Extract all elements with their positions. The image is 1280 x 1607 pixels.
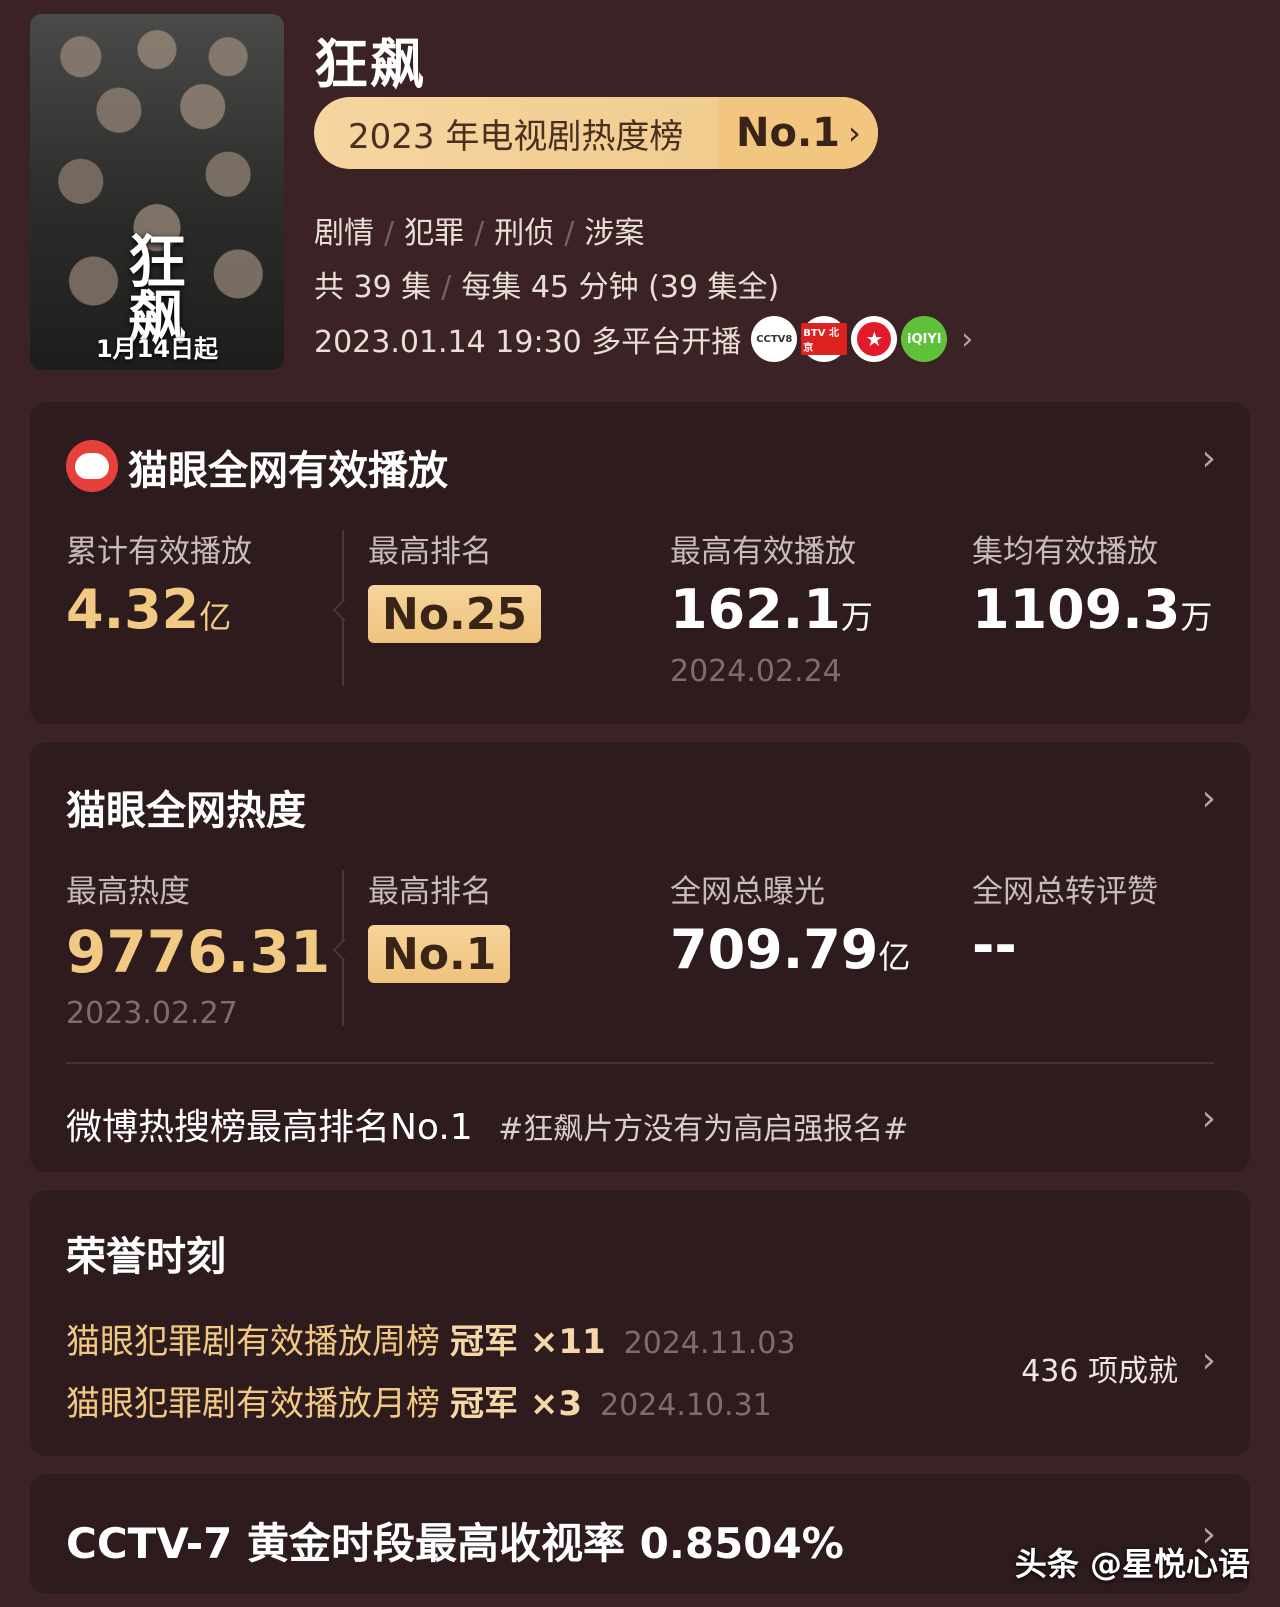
avg-play-label: 集均有效播放: [972, 534, 1158, 570]
chevron-right-icon: ›: [847, 114, 861, 152]
rank-pill[interactable]: 2023 年电视剧热度榜 No.1 ›: [314, 97, 878, 169]
chevron-right-icon: ›: [1201, 778, 1216, 819]
heat-rank-badge: No.1: [368, 925, 511, 983]
episode-duration: 每集 45 分钟 (39 集全): [461, 270, 780, 305]
heat-rank-label: 最高排名: [368, 874, 492, 910]
exposure-value: 709.79亿: [670, 918, 911, 981]
peak-rank-badge: No.25: [368, 585, 541, 643]
chevron-right-icon: ›: [1201, 1098, 1216, 1139]
btv-icon: BTV 北京: [801, 316, 848, 362]
episode-count: 共 39 集: [314, 270, 432, 305]
engage-label: 全网总转评赞: [972, 874, 1158, 910]
exposure-label: 全网总曝光: [670, 874, 825, 910]
episode-row: 共 39 集 / 每集 45 分钟 (39 集全): [314, 270, 780, 305]
honors-card[interactable]: 荣誉时刻 猫眼犯罪剧有效播放周榜 冠军 ×11 2024.11.03 猫眼犯罪剧有效…: [30, 1190, 1250, 1456]
ratings-text: CCTV-7 黄金时段最高收视率 0.8504%: [66, 1519, 844, 1568]
release-row[interactable]: 2023.01.14 19:30 多平台开播 CCTV8 BTV 北京 ★ iQ…: [314, 316, 973, 362]
genre-row: 剧情 / 犯罪 / 刑侦 / 涉案: [314, 216, 645, 251]
honor-item: 猫眼犯罪剧有效播放周榜 冠军 ×11 2024.11.03: [66, 1322, 796, 1362]
genre-tag: 犯罪: [404, 216, 465, 251]
genre-tag: 剧情: [314, 216, 374, 251]
poster-date: 1月14日起: [95, 335, 219, 363]
poster-image[interactable]: 狂飙 1月14日起: [30, 14, 284, 370]
divider: [66, 1062, 1214, 1064]
peak-play-date: 2024.02.24: [670, 654, 842, 689]
achievements-link[interactable]: 436 项成就: [1021, 1346, 1178, 1390]
chevron-right-icon: ›: [1201, 1340, 1216, 1381]
honor-item: 猫眼犯罪剧有效播放月榜 冠军 ×3 2024.10.31: [66, 1384, 772, 1424]
divider-notch: [332, 598, 356, 622]
peak-rank-label: 最高排名: [368, 534, 492, 570]
dragon-tv-icon: ★: [851, 316, 898, 362]
total-play-value: 4.32亿: [66, 578, 232, 641]
avg-play-value: 1109.3万: [972, 578, 1213, 641]
playback-title: 猫眼全网有效播放: [128, 448, 448, 494]
engage-value: --: [972, 914, 1017, 977]
rank-pill-number: No.1: [736, 110, 840, 156]
weibo-rank-row[interactable]: 微博热搜榜最高排名No.1 #狂飙片方没有为高启强报名#: [66, 1098, 908, 1150]
weibo-rank-text: 微博热搜榜最高排名No.1: [66, 1107, 473, 1148]
peak-heat-value: 9776.31: [66, 918, 331, 986]
peak-play-value: 162.1万: [670, 578, 873, 641]
heat-card[interactable]: 猫眼全网热度 › 最高热度 9776.31 2023.02.27 最高排名 No…: [30, 742, 1250, 1172]
honors-title: 荣誉时刻: [66, 1234, 226, 1280]
divider-notch: [332, 938, 356, 962]
chevron-right-icon: ›: [961, 321, 974, 357]
total-play-label: 累计有效播放: [66, 534, 252, 570]
playback-card[interactable]: 猫眼全网有效播放 › 累计有效播放 4.32亿 最高排名 No.25 最高有效播…: [30, 402, 1250, 724]
peak-play-label: 最高有效播放: [670, 534, 856, 570]
watermark: 头条 @星悦心语: [1014, 1545, 1250, 1583]
genre-tag: 刑侦: [494, 216, 555, 251]
heat-title: 猫眼全网热度: [66, 788, 306, 834]
peak-heat-label: 最高热度: [66, 874, 190, 910]
cctv8-icon: CCTV8: [751, 316, 798, 362]
genre-tag: 涉案: [584, 216, 645, 251]
rank-pill-label: 2023 年电视剧热度榜: [348, 116, 684, 157]
peak-heat-date: 2023.02.27: [66, 996, 238, 1031]
maoyan-cat-icon: [66, 440, 118, 492]
weibo-hashtag: #狂飙片方没有为高启强报名#: [498, 1112, 909, 1147]
chevron-right-icon: ›: [1201, 438, 1216, 479]
release-text: 2023.01.14 19:30 多平台开播: [314, 325, 742, 360]
rank-pill-value: No.1 ›: [718, 97, 878, 169]
show-title: 狂飙: [314, 33, 426, 96]
iqiyi-icon: iQIYI: [901, 316, 948, 362]
